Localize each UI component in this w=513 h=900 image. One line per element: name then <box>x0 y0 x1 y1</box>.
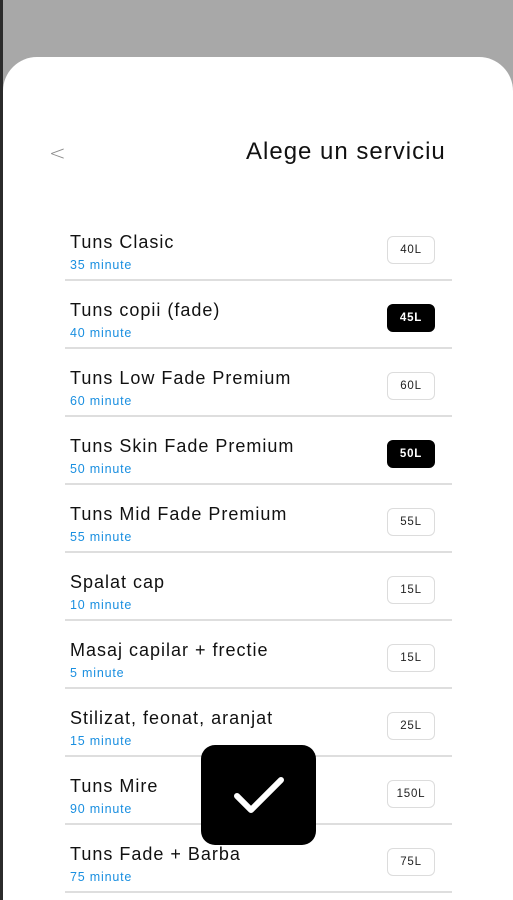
service-duration: 10 minute <box>70 598 133 612</box>
service-name: Spalat cap <box>70 572 166 592</box>
service-duration: 5 minute <box>70 666 125 680</box>
price-badge[interactable]: 60L <box>387 372 435 400</box>
service-duration: 90 minute <box>70 802 133 816</box>
service-name: Tuns Low Fade Premium <box>70 368 292 388</box>
service-name: Tuns Clasic <box>70 232 175 252</box>
service-duration: 40 minute <box>70 326 133 340</box>
service-duration: 55 minute <box>70 530 133 544</box>
price-badge[interactable]: 55L <box>387 508 435 536</box>
service-name: Stilizat, feonat, aranjat <box>70 708 274 728</box>
price-badge[interactable]: 45L <box>387 304 435 332</box>
price-badge[interactable]: 25L <box>387 712 435 740</box>
price-badge[interactable]: 15L <box>387 644 435 672</box>
service-duration: 15 minute <box>70 734 133 748</box>
price-badge[interactable]: 75L <box>387 848 435 876</box>
service-name: Tuns Mire <box>70 776 159 796</box>
price-badge[interactable]: 15L <box>387 576 435 604</box>
checkmark-icon <box>233 777 284 813</box>
service-duration: 50 minute <box>70 462 133 476</box>
service-row[interactable]: Tuns Low Fade Premium 60 minute 60L <box>65 349 452 417</box>
price-badge[interactable]: 50L <box>387 440 435 468</box>
service-row[interactable]: Tuns Skin Fade Premium 50 minute 50L <box>65 417 452 485</box>
service-duration: 75 minute <box>70 870 133 884</box>
service-name: Tuns Mid Fade Premium <box>70 504 288 524</box>
service-row[interactable]: Tuns Mid Fade Premium 55 minute 55L <box>65 485 452 553</box>
service-duration: 35 minute <box>70 258 133 272</box>
service-name: Masaj capilar + frectie <box>70 640 269 660</box>
service-row[interactable]: Spalat cap 10 minute 15L <box>65 553 452 621</box>
service-row[interactable]: Masaj capilar + frectie 5 minute 15L <box>65 621 452 689</box>
price-badge[interactable]: 40L <box>387 236 435 264</box>
back-button[interactable]: < <box>49 141 66 165</box>
service-name: Tuns copii (fade) <box>70 300 221 320</box>
service-name: Tuns Skin Fade Premium <box>70 436 295 456</box>
page-title: Alege un serviciu <box>246 138 446 165</box>
service-name: Tuns Fade + Barba <box>70 844 241 864</box>
price-badge[interactable]: 150L <box>387 780 435 808</box>
service-row[interactable]: Tuns copii (fade) 40 minute 45L <box>65 281 452 349</box>
confirm-button[interactable] <box>201 745 316 845</box>
service-row[interactable]: Tuns Clasic 35 minute 40L <box>65 213 452 281</box>
service-duration: 60 minute <box>70 394 133 408</box>
